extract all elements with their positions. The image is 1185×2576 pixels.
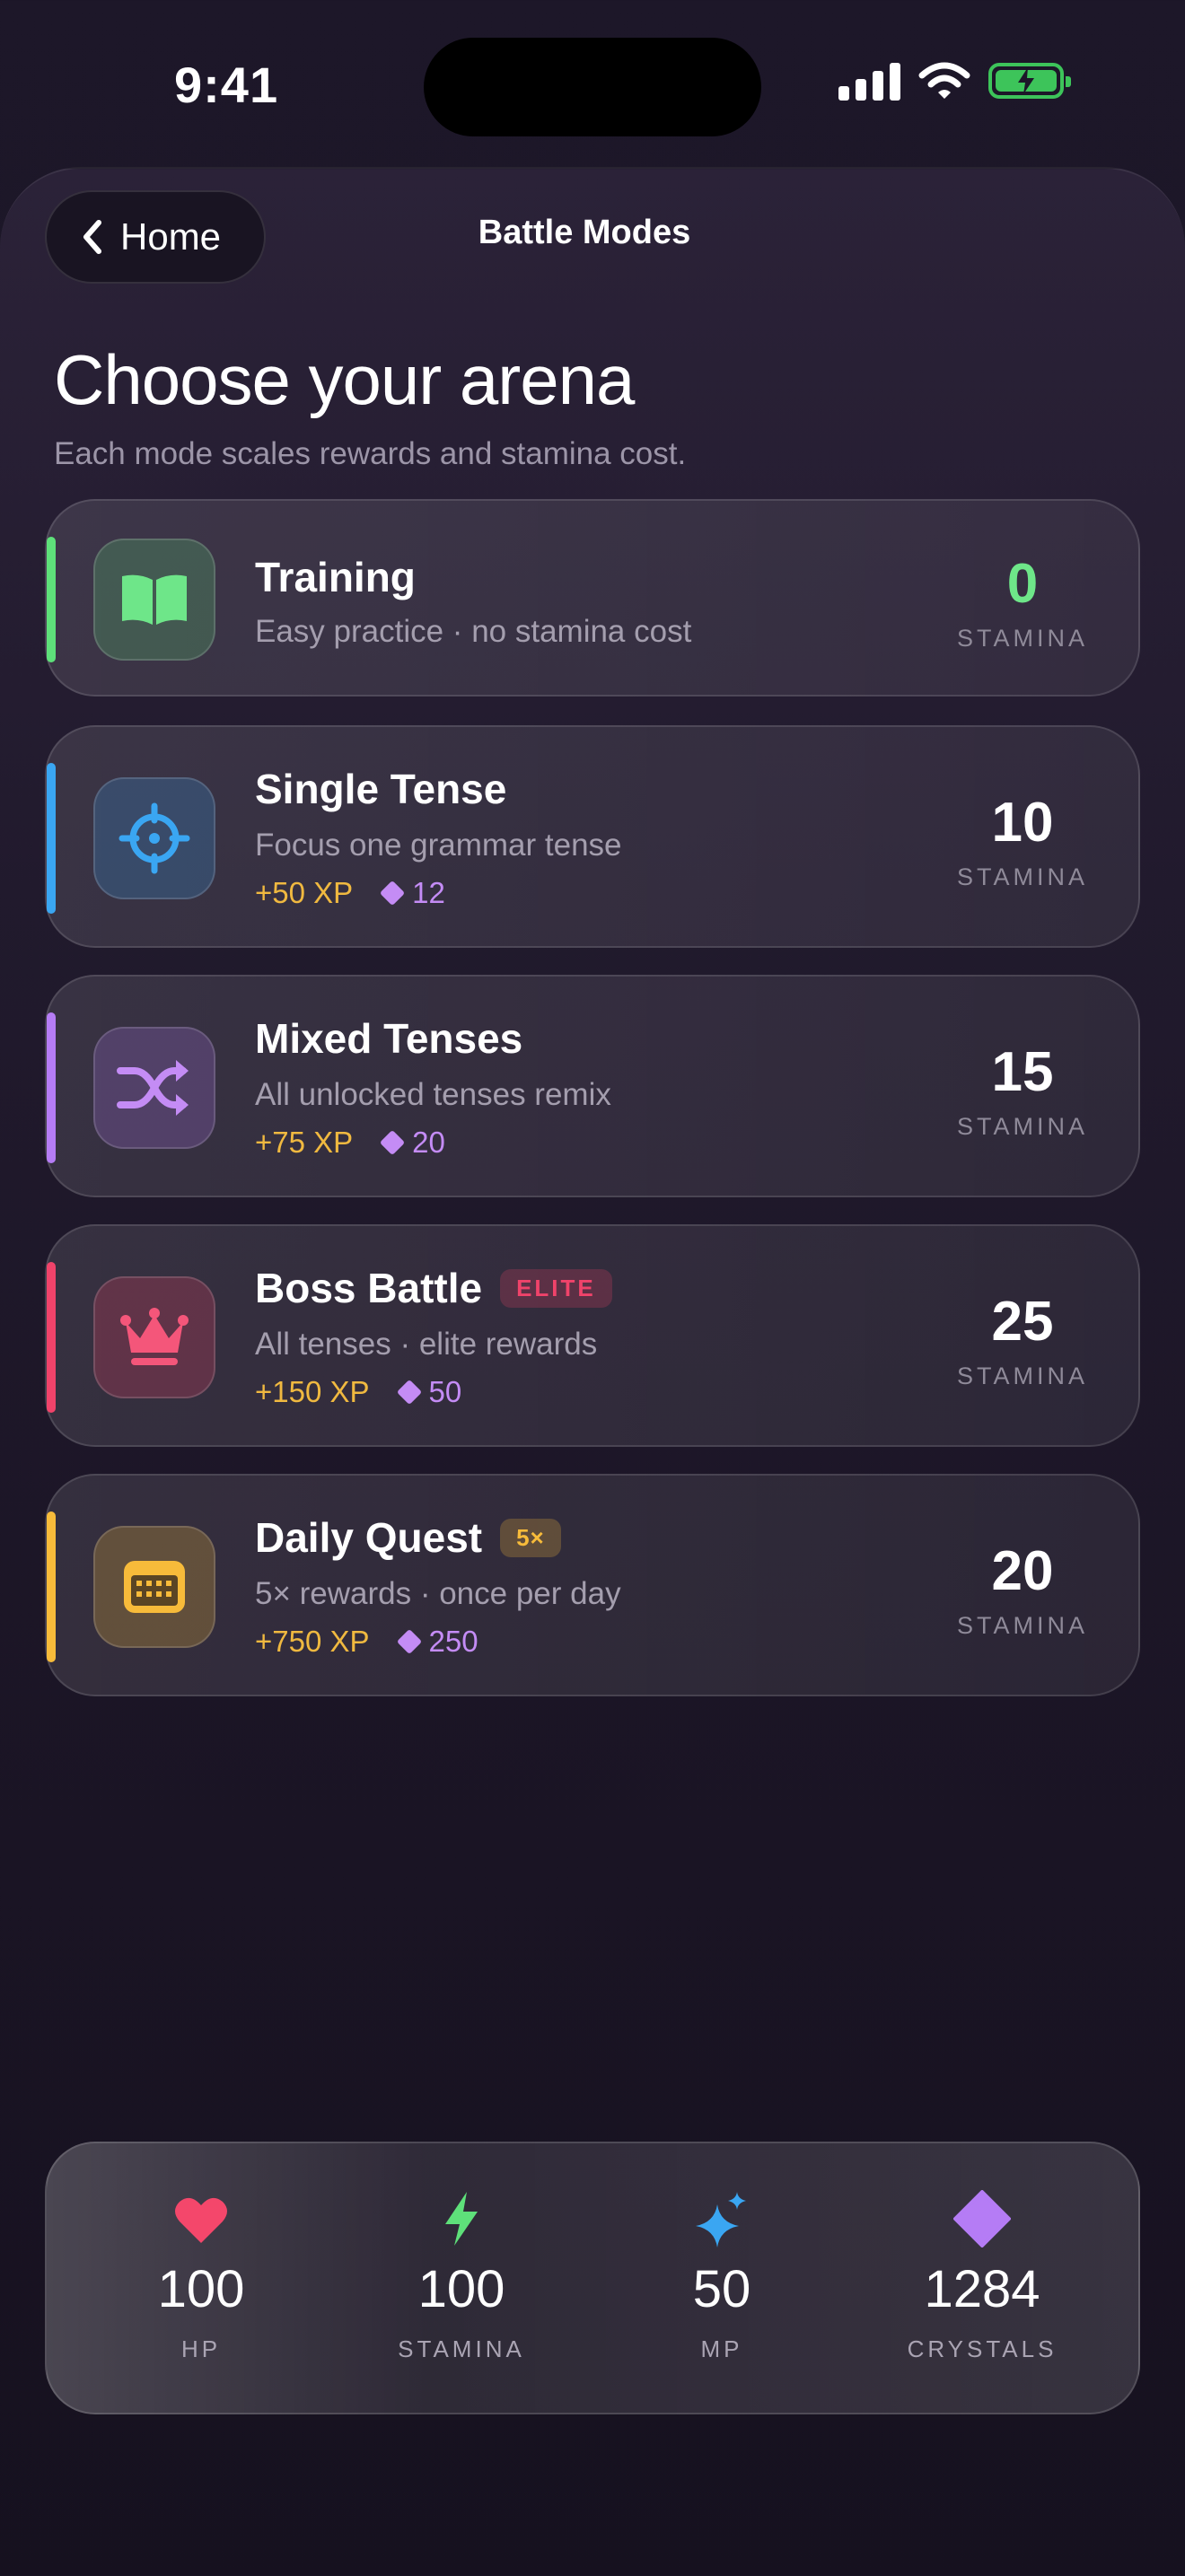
crystals-value: 1284 <box>924 2260 1040 2318</box>
crystal-reward: 20 <box>380 1126 445 1160</box>
mode-title: Training <box>255 554 416 600</box>
status-icons <box>838 61 1071 101</box>
resource-crystals: 1284 CRYSTALS <box>874 2190 1090 2363</box>
xp-reward: +75 XP <box>255 1126 354 1159</box>
crown-icon <box>120 1308 189 1365</box>
stamina-cost-label: STAMINA <box>956 625 1088 652</box>
resource-bar: 100 HP 100 STAMINA 50 MP 1284 CRYSTALS <box>45 2142 1140 2414</box>
accent-bar <box>47 1262 56 1413</box>
sparkles-icon <box>696 2192 746 2247</box>
dynamic-island <box>424 38 761 136</box>
mode-description: Focus one grammar tense <box>255 828 622 863</box>
mode-description: All unlocked tenses remix <box>255 1077 611 1112</box>
xp-reward: +50 XP <box>255 876 354 909</box>
hp-label: HP <box>180 2335 222 2362</box>
stamina-cost: 15 STAMINA <box>946 1045 1099 1141</box>
stamina-cost-value: 10 <box>991 792 1054 854</box>
crystal-reward: 12 <box>380 876 445 910</box>
heart-icon <box>175 2197 227 2243</box>
stamina-cost-label: STAMINA <box>956 1113 1088 1140</box>
stamina-cost-label: STAMINA <box>956 1362 1088 1389</box>
stamina-cost-value: 25 <box>991 1291 1054 1353</box>
stamina-cost: 20 STAMINA <box>946 1544 1099 1640</box>
mode-description: Easy practice · no stamina cost <box>255 614 692 649</box>
icon-tile <box>93 1526 215 1648</box>
mode-card-mixed-tenses[interactable]: Mixed Tenses All unlocked tenses remix +… <box>45 975 1140 1197</box>
crosshair-icon <box>118 802 190 874</box>
crystal-reward: 50 <box>396 1375 461 1409</box>
stamina-cost-value: 0 <box>1006 553 1039 615</box>
mode-card-boss-battle[interactable]: Boss Battle ELITE All tenses · elite rew… <box>45 1224 1140 1447</box>
status-time: 9:41 <box>174 57 279 113</box>
stamina-cost: 25 STAMINA <box>946 1294 1099 1390</box>
mode-title: Boss Battle ELITE <box>255 1264 612 1312</box>
crystals-label: CRYSTALS <box>907 2335 1058 2362</box>
mode-rewards: +75 XP 20 <box>255 1126 445 1160</box>
stamina-value: 100 <box>417 2260 505 2318</box>
mode-card-single-tense[interactable]: Single Tense Focus one grammar tense +50… <box>45 725 1140 948</box>
resource-hp: 100 HP <box>93 2194 309 2363</box>
battery-icon <box>988 63 1071 99</box>
stamina-label: STAMINA <box>398 2335 525 2362</box>
mode-rewards: +150 XP 50 <box>255 1375 461 1409</box>
page-subtitle: Each mode scales rewards and stamina cos… <box>54 436 687 471</box>
signal-icon <box>838 61 900 101</box>
mode-rewards: +50 XP 12 <box>255 876 445 910</box>
mode-title: Mixed Tenses <box>255 1015 523 1062</box>
resource-mp: 50 MP <box>614 2192 830 2363</box>
diamond-icon <box>953 2190 1011 2247</box>
wifi-icon <box>918 62 970 99</box>
multiplier-badge: 5× <box>500 1518 561 1557</box>
stamina-cost-label: STAMINA <box>956 1612 1088 1639</box>
icon-tile <box>93 1276 215 1398</box>
mode-rewards: +750 XP 250 <box>255 1625 478 1659</box>
calendar-icon <box>124 1561 185 1613</box>
hp-value: 100 <box>157 2260 245 2318</box>
xp-reward: +750 XP <box>255 1625 370 1658</box>
icon-tile <box>93 777 215 899</box>
icon-tile <box>93 539 215 661</box>
accent-bar <box>47 537 56 662</box>
icon-tile <box>93 1027 215 1149</box>
mode-title: Daily Quest 5× <box>255 1513 561 1562</box>
mode-card-daily-quest[interactable]: Daily Quest 5× 5× rewards · once per day… <box>45 1474 1140 1696</box>
mode-title: Single Tense <box>255 766 507 812</box>
stamina-cost: 10 STAMINA <box>946 795 1099 891</box>
mode-description: 5× rewards · once per day <box>255 1576 621 1611</box>
stamina-cost-value: 20 <box>991 1540 1054 1602</box>
mode-card-training[interactable]: Training Easy practice · no stamina cost… <box>45 499 1140 697</box>
accent-bar <box>47 763 56 914</box>
resource-stamina: 100 STAMINA <box>354 2192 569 2363</box>
elite-badge: ELITE <box>500 1268 612 1308</box>
stamina-cost: 0 STAMINA <box>946 556 1099 653</box>
crystal-reward: 250 <box>396 1625 478 1659</box>
nav-title: Battle Modes <box>478 214 691 251</box>
mp-label: MP <box>700 2335 743 2362</box>
accent-bar <box>47 1012 56 1163</box>
stamina-cost-value: 15 <box>991 1041 1054 1103</box>
stamina-cost-label: STAMINA <box>956 863 1088 890</box>
diamond-icon <box>396 1628 422 1655</box>
diamond-icon <box>396 1379 422 1406</box>
bolt-icon <box>445 2192 478 2246</box>
xp-reward: +150 XP <box>255 1375 370 1408</box>
book-icon <box>122 574 187 625</box>
diamond-icon <box>380 1129 406 1156</box>
diamond-icon <box>380 880 406 907</box>
accent-bar <box>47 1511 56 1662</box>
page-title: Choose your arena <box>54 340 635 419</box>
mode-description: All tenses · elite rewards <box>255 1327 598 1362</box>
shuffle-icon <box>117 1060 189 1116</box>
mp-value: 50 <box>692 2260 751 2318</box>
